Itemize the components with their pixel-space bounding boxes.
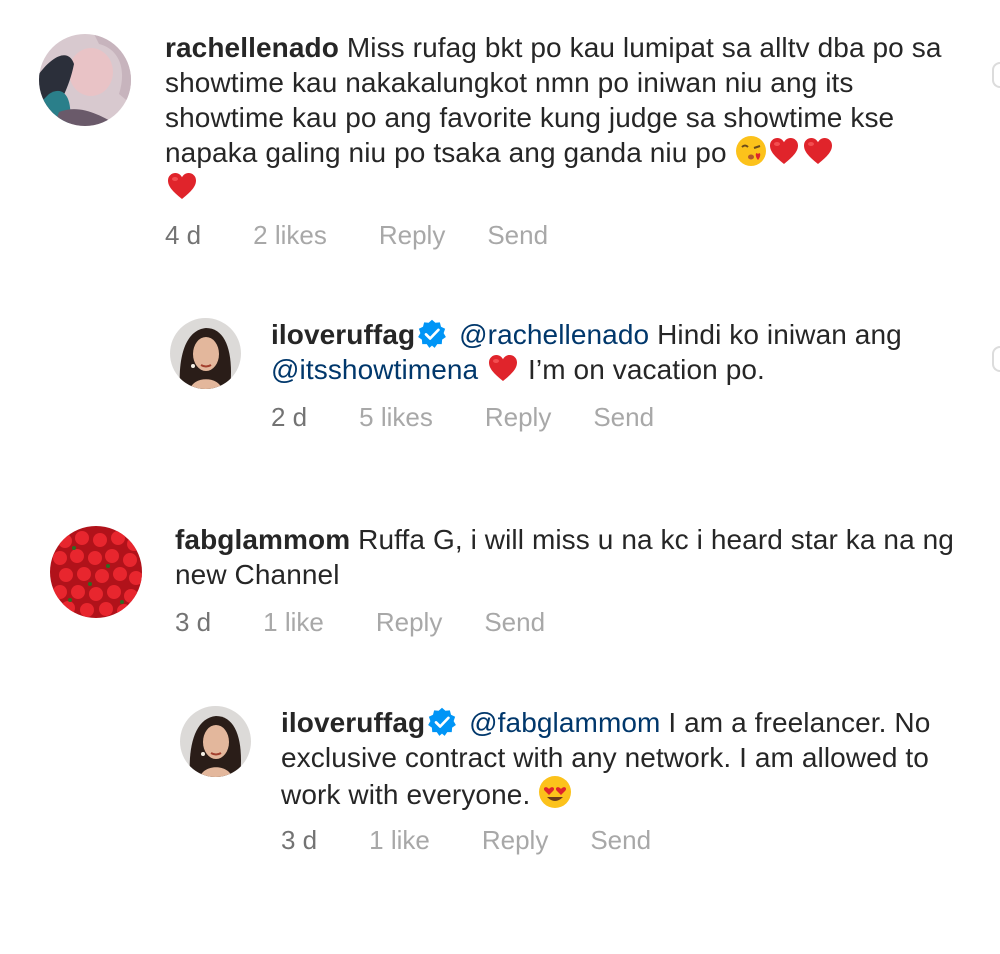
profile-photo	[39, 34, 131, 126]
mention-link[interactable]: @rachellenado	[459, 319, 649, 350]
kissing-face-icon	[735, 135, 767, 167]
like-heart-icon[interactable]	[992, 62, 1000, 88]
mention-link[interactable]: @itsshowtimena	[271, 354, 478, 385]
reply-button[interactable]: Reply	[482, 825, 548, 855]
profile-photo	[50, 526, 142, 618]
username[interactable]: rachellenado	[165, 32, 339, 63]
reply-button[interactable]: Reply	[376, 607, 442, 637]
avatar[interactable]	[180, 706, 251, 777]
profile-photo	[170, 318, 241, 389]
reply-button[interactable]: Reply	[485, 402, 551, 432]
avatar[interactable]	[50, 526, 142, 618]
comment-body: Hindi ko iniwan ang	[657, 319, 902, 350]
avatar[interactable]	[39, 34, 131, 126]
comment-body: I’m on vacation po.	[528, 354, 765, 385]
send-button[interactable]: Send	[590, 825, 651, 855]
comment-text: iloveruffag @fabglammom I am a freelance…	[281, 705, 971, 812]
comment-meta: 3 d 1 like Reply Send	[175, 607, 545, 637]
likes-count[interactable]: 1 like	[263, 607, 324, 637]
send-button[interactable]: Send	[593, 402, 654, 432]
red-heart-icon	[767, 135, 801, 167]
verified-badge-icon	[417, 319, 447, 349]
comment-text: rachellenado Miss rufag bkt po kau lumip…	[165, 30, 965, 205]
timestamp: 3 d	[281, 825, 318, 855]
username[interactable]: fabglammom	[175, 524, 350, 555]
avatar[interactable]	[170, 318, 241, 389]
mention-link[interactable]: @fabglammom	[469, 707, 660, 738]
red-heart-icon	[801, 135, 835, 167]
send-button[interactable]: Send	[484, 607, 545, 637]
verified-badge-icon	[427, 707, 457, 737]
heart-eyes-face-icon	[538, 775, 572, 809]
red-heart-icon	[486, 352, 520, 384]
timestamp: 4 d	[165, 220, 202, 250]
red-heart-icon	[165, 170, 199, 202]
username[interactable]: iloveruffag	[271, 319, 415, 350]
timestamp: 2 d	[271, 402, 308, 432]
likes-count[interactable]: 5 likes	[359, 402, 433, 432]
comment-meta: 3 d 1 like Reply Send	[281, 825, 651, 855]
comment-meta: 4 d 2 likes Reply Send	[165, 220, 548, 250]
timestamp: 3 d	[175, 607, 212, 637]
likes-count[interactable]: 2 likes	[253, 220, 327, 250]
comment-meta: 2 d 5 likes Reply Send	[271, 402, 654, 432]
username[interactable]: iloveruffag	[281, 707, 425, 738]
send-button[interactable]: Send	[487, 220, 548, 250]
profile-photo	[180, 706, 251, 777]
comment-text: fabglammom Ruffa G, i will miss u na kc …	[175, 522, 965, 592]
comment-text: iloveruffag @rachellenado Hindi ko iniwa…	[271, 317, 971, 387]
like-heart-icon[interactable]	[992, 346, 1000, 372]
reply-button[interactable]: Reply	[379, 220, 445, 250]
likes-count[interactable]: 1 like	[369, 825, 430, 855]
